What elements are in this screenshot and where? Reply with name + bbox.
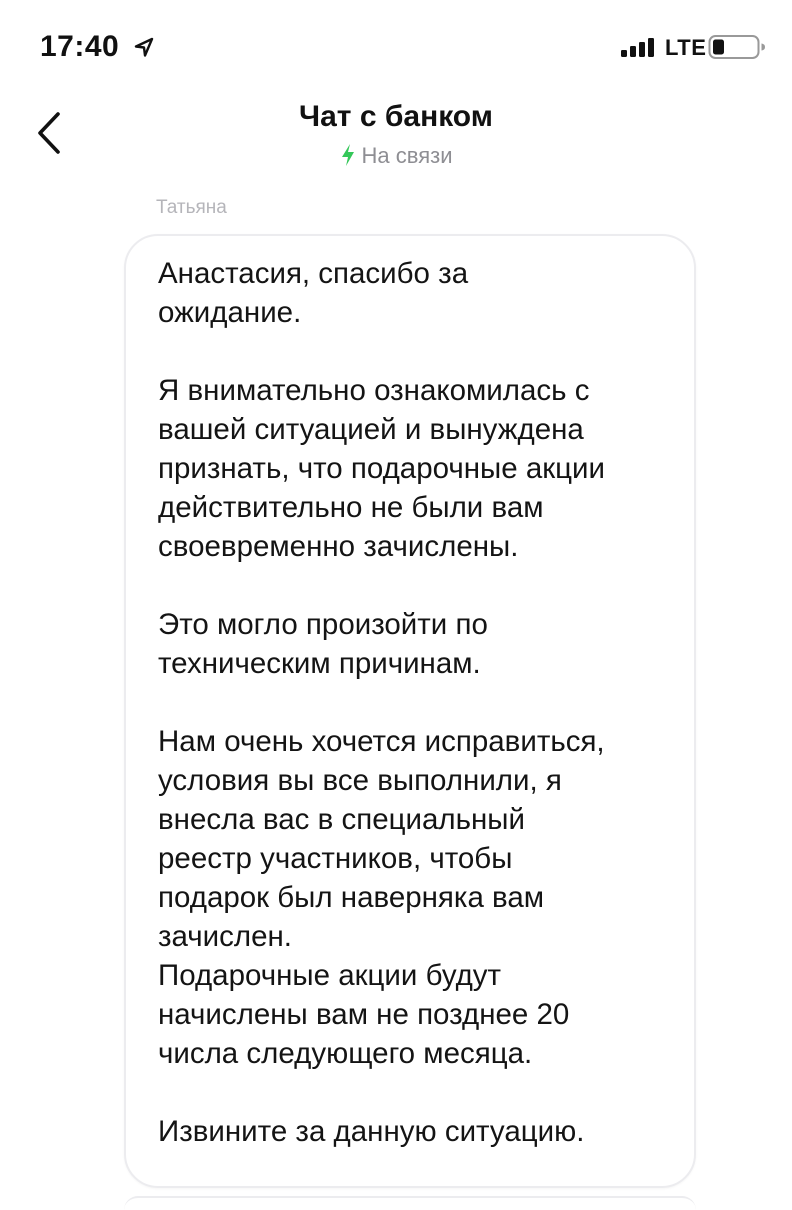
network-type-label: LTE	[665, 35, 707, 60]
lightning-bolt-icon	[341, 144, 354, 166]
message-text[interactable]: Анастасия, спасибо за ожидание. Я внимат…	[158, 254, 678, 1151]
status-time: 17:40	[40, 30, 120, 63]
connection-status-label: На связи	[361, 143, 453, 168]
connection-status: На связи	[0, 143, 792, 169]
battery-icon	[708, 35, 765, 59]
message-sender-name: Татьяна	[156, 197, 227, 218]
signal-bars-icon	[621, 38, 654, 57]
chat-title: Чат с банком	[299, 100, 493, 133]
status-bar: 17:40 LTE	[0, 0, 792, 90]
next-message-bubble	[124, 1196, 696, 1210]
location-arrow-icon	[134, 37, 154, 57]
